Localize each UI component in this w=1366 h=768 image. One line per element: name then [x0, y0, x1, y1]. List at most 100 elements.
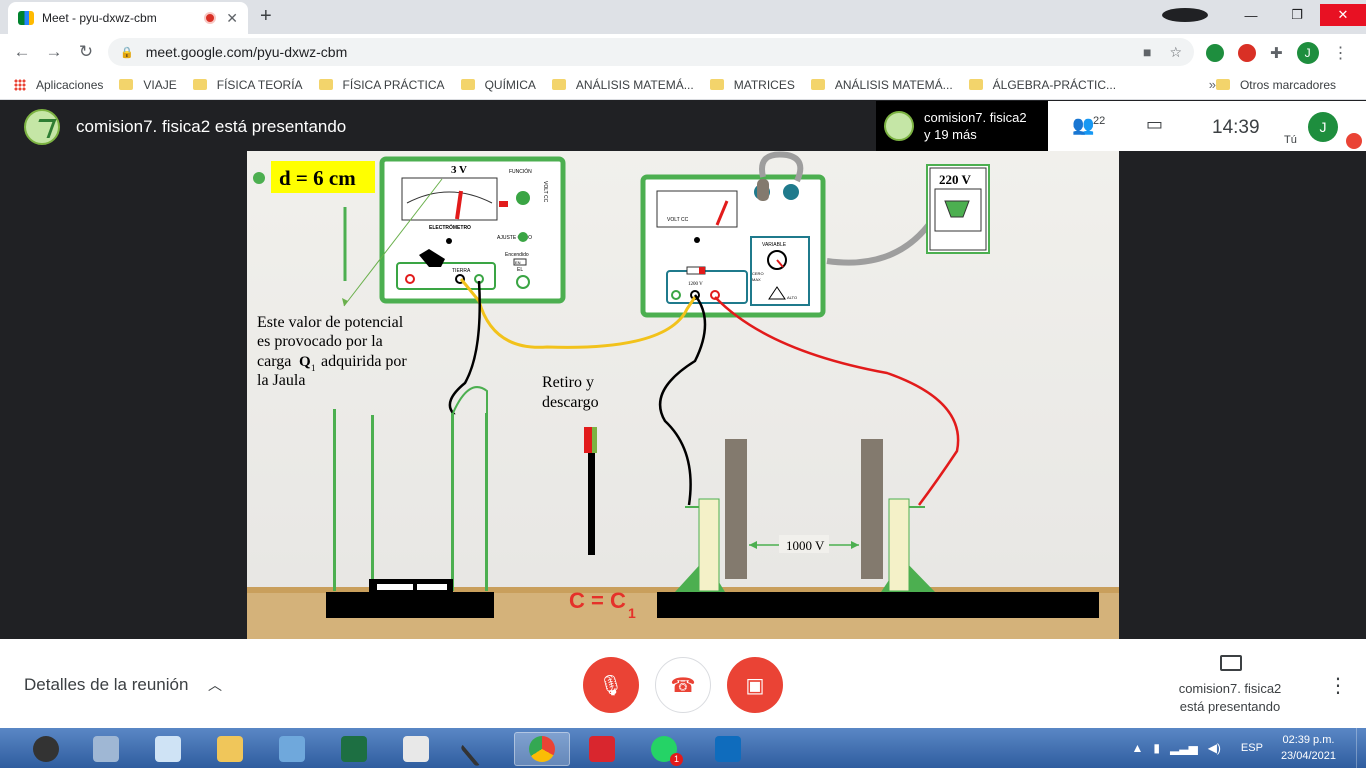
lock-icon[interactable]: 🔒: [120, 46, 134, 59]
presenting-title: comision7. fisica2 está presentando: [76, 117, 347, 136]
volume-icon[interactable]: ◀): [1208, 741, 1221, 755]
reload-button[interactable]: ↻: [70, 42, 102, 62]
taskbar-chrome[interactable]: [514, 732, 570, 766]
browser-menu-icon[interactable]: ⋮: [1333, 43, 1349, 63]
bookmark-folder[interactable]: FÍSICA PRÁCTICA: [318, 78, 445, 92]
electrometer-range: 3 V: [451, 164, 467, 176]
folder-icon: [810, 79, 825, 90]
folder-icon: [119, 79, 134, 90]
taskbar-document[interactable]: [388, 732, 444, 766]
bookmark-folder[interactable]: VIAJE: [119, 78, 177, 92]
green-dot-icon: [253, 172, 265, 184]
distance-label: d = 6 cm: [279, 166, 356, 190]
chip-name: comision7. fisica2: [924, 110, 1027, 125]
minimize-button[interactable]: —: [1228, 8, 1274, 23]
shared-screen: d = 6 cm 3 V ELECTRÓMETRO FUNCIÓN VOLT C…: [247, 151, 1119, 639]
network-icon[interactable]: ▮: [1153, 741, 1160, 755]
profile-avatar[interactable]: J: [1296, 42, 1319, 64]
plate-voltage: 1000 V: [786, 538, 825, 553]
signal-icon[interactable]: ▂▃▅: [1170, 741, 1198, 755]
omnibox[interactable]: 🔒 meet.google.com/pyu-dxwz-cbm ■ ☆: [108, 38, 1194, 66]
chrome-icon: [529, 736, 555, 762]
presenting-status[interactable]: comision7. fisica2 está presentando: [1160, 680, 1300, 716]
close-tab-icon[interactable]: ✕: [226, 10, 238, 27]
camera-app-icon: [33, 736, 59, 762]
tierra-label: TIERRA: [452, 268, 471, 274]
bookmark-star-icon[interactable]: ☆: [1169, 44, 1182, 61]
folder-explorer-icon: [217, 736, 243, 762]
other-bookmarks[interactable]: Otros marcadores: [1215, 78, 1336, 92]
excel-icon: [341, 736, 367, 762]
bookmark-folder[interactable]: ANÁLISIS MATEMÁ...: [551, 78, 694, 92]
taskbar-explorer[interactable]: [202, 732, 258, 766]
restore-button[interactable]: ❐: [1274, 7, 1320, 23]
tab-title: Meet - pyu-dxwz-cbm: [42, 11, 157, 25]
extensions-area: ✚ J ⋮: [1206, 42, 1349, 64]
people-icon[interactable]: 👥: [1072, 115, 1094, 136]
hand-extension-icon[interactable]: [1238, 44, 1256, 62]
explanation-line2: es provocado por la: [257, 333, 383, 350]
capacitance-subscript: 1: [628, 605, 636, 621]
show-hidden-icons[interactable]: ▲: [1132, 741, 1144, 755]
bookmark-folder[interactable]: ÁLGEBRA-PRÁCTIC...: [968, 78, 1116, 92]
explanation-line3-start: carga: [257, 353, 291, 370]
camera-off-button[interactable]: ▣: [727, 657, 783, 713]
experiment-diagram: d = 6 cm 3 V ELECTRÓMETRO FUNCIÓN VOLT C…: [247, 151, 1119, 639]
meeting-details-button[interactable]: Detalles de la reunión: [24, 675, 188, 695]
notepad-icon: [155, 736, 181, 762]
control-panel-icon: [279, 736, 305, 762]
input-language[interactable]: ESP: [1241, 742, 1263, 754]
new-tab-button[interactable]: +: [260, 5, 272, 28]
bookmark-folder[interactable]: FÍSICA TEORÍA: [192, 78, 303, 92]
leave-call-button[interactable]: ☎: [655, 657, 711, 713]
tab-search-icon[interactable]: [1162, 8, 1208, 22]
bookmark-folder[interactable]: MATRICES: [709, 78, 795, 92]
whatsapp-icon: 1: [651, 736, 683, 766]
taskbar-pen[interactable]: [450, 730, 506, 768]
browser-tab-meet[interactable]: Meet - pyu-dxwz-cbm ✕: [8, 2, 248, 34]
alto-label: ALTO: [787, 295, 797, 300]
bookmark-apps[interactable]: Aplicaciones: [14, 78, 103, 92]
chevron-up-icon[interactable]: ︿: [208, 675, 222, 695]
taskbar-excel[interactable]: [326, 732, 382, 766]
max-label: MAX: [752, 277, 761, 282]
taskbar-calculator[interactable]: [78, 732, 134, 766]
address-bar-row: ← → ↻ 🔒 meet.google.com/pyu-dxwz-cbm ■ ☆…: [0, 34, 1366, 70]
taskbar-pdf[interactable]: [574, 732, 630, 766]
more-bookmarks-button[interactable]: »: [1209, 77, 1216, 92]
more-options-icon[interactable]: ⋮: [1328, 673, 1348, 698]
system-clock[interactable]: 02:39 p.m. 23/04/2021: [1281, 732, 1336, 764]
charge-subscript: 1: [311, 363, 316, 373]
wall-outlet: 220 V: [926, 164, 990, 254]
meeting-clock: 14:39: [1212, 117, 1260, 138]
people-count: 22: [1093, 115, 1106, 127]
back-button[interactable]: ←: [6, 42, 38, 62]
camera-in-use-icon[interactable]: ■: [1143, 44, 1151, 61]
present-screen-icon[interactable]: [1220, 655, 1242, 671]
checkmark-extension-icon[interactable]: [1206, 44, 1224, 62]
presenter-avatar: [24, 109, 60, 145]
puzzle-extensions-icon[interactable]: ✚: [1270, 44, 1283, 62]
folder-icon: [709, 79, 724, 90]
chat-icon[interactable]: ▭: [1146, 114, 1163, 135]
mic-off-button[interactable]: 🎙: [583, 657, 639, 713]
outlook-icon: [715, 736, 741, 762]
el-label: EL: [517, 267, 523, 273]
en-label: EN: [515, 260, 521, 265]
whatsapp-badge: 1: [670, 753, 683, 766]
chip-more: y 19 más: [924, 127, 977, 142]
start-button[interactable]: [18, 732, 74, 766]
bookmark-folder[interactable]: QUÍMICA: [460, 78, 536, 92]
bookmarks-bar: Aplicaciones VIAJE FÍSICA TEORÍA FÍSICA …: [0, 70, 1366, 100]
taskbar-notepad[interactable]: [140, 732, 196, 766]
taskbar-outlook[interactable]: [700, 732, 756, 766]
participants-chip[interactable]: comision7. fisica2 y 19 más: [876, 101, 1048, 151]
taskbar-whatsapp[interactable]: 1: [636, 732, 692, 766]
url-text[interactable]: meet.google.com/pyu-dxwz-cbm: [146, 44, 348, 60]
taskbar-control-panel[interactable]: [264, 732, 320, 766]
close-window-button[interactable]: ✕: [1320, 4, 1366, 26]
show-desktop-button[interactable]: [1356, 728, 1366, 768]
bookmark-folder[interactable]: ANÁLISIS MATEMÁ...: [810, 78, 953, 92]
pdf-icon: [589, 736, 615, 762]
forward-button[interactable]: →: [38, 42, 70, 62]
